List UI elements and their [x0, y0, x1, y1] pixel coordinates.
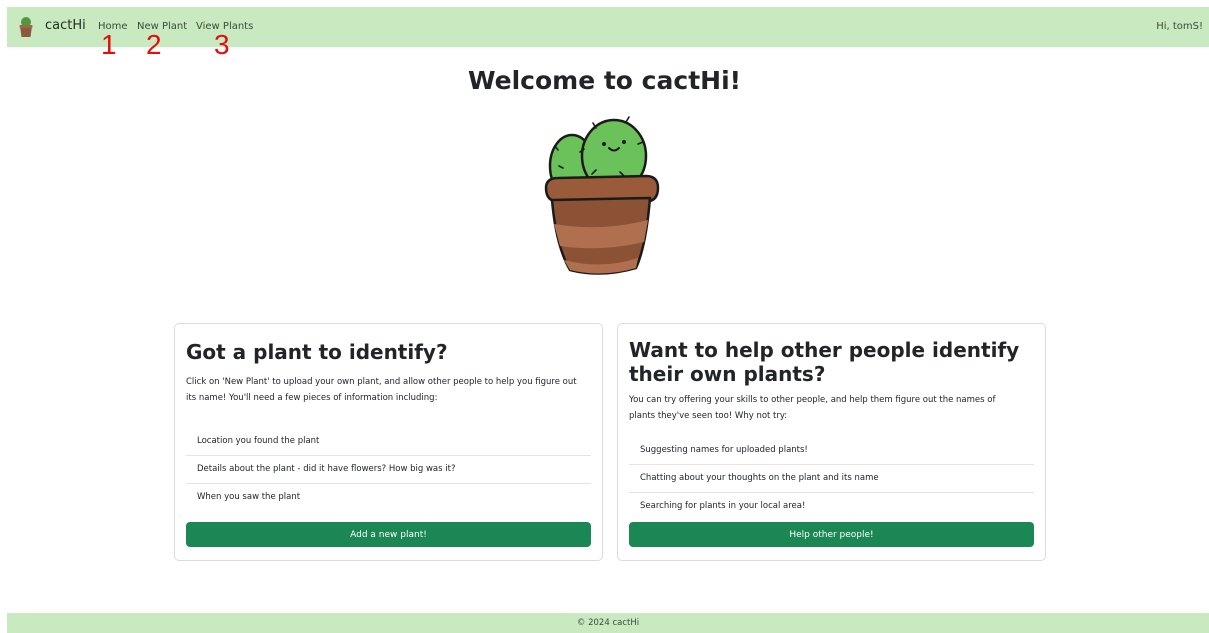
identify-plant-card: Got a plant to identify? Click on 'New P… — [174, 323, 603, 561]
annotation-marker-2: 2 — [146, 29, 162, 60]
card-description: Click on 'New Plant' to upload your own … — [186, 377, 577, 403]
help-others-card: Want to help other people identify their… — [617, 323, 1046, 561]
page-title: Welcome to cactHi! — [467, 66, 742, 95]
navbar: cactHi Home New Plant View Plants Hi, to… — [7, 7, 1209, 47]
footer: © 2024 cactHi — [7, 613, 1209, 633]
card-description: You can try offering your skills to othe… — [629, 395, 996, 421]
card-title: Got a plant to identify? — [186, 340, 448, 364]
annotation-marker-3: 3 — [214, 29, 230, 60]
list-item: Chatting about your thoughts on the plan… — [629, 465, 1034, 493]
annotation-marker-1: 1 — [101, 29, 117, 60]
list-item: When you saw the plant — [197, 492, 301, 502]
suggestion-list: Suggesting names for uploaded plants! Ch… — [629, 437, 1034, 520]
cactus-logo-icon[interactable] — [18, 16, 34, 38]
nav-new-plant-link[interactable]: New Plant — [137, 21, 187, 32]
help-other-people-button[interactable]: Help other people! — [629, 522, 1034, 547]
list-item: Suggesting names for uploaded plants! — [629, 437, 1034, 465]
add-new-plant-button[interactable]: Add a new plant! — [186, 522, 591, 547]
card-title: Want to help other people identify their… — [629, 338, 1020, 386]
list-item: Searching for plants in your local area! — [640, 501, 806, 511]
brand-name[interactable]: cactHi — [45, 18, 86, 33]
list-item: Location you found the plant — [186, 428, 591, 456]
list-item: Details about the plant - did it have fl… — [186, 456, 591, 484]
user-greeting: Hi, tomS! — [1156, 21, 1203, 32]
info-list: Location you found the plant Details abo… — [186, 428, 591, 511]
copyright-text: © 2024 cactHi — [576, 618, 640, 628]
cactus-illustration — [544, 116, 660, 275]
